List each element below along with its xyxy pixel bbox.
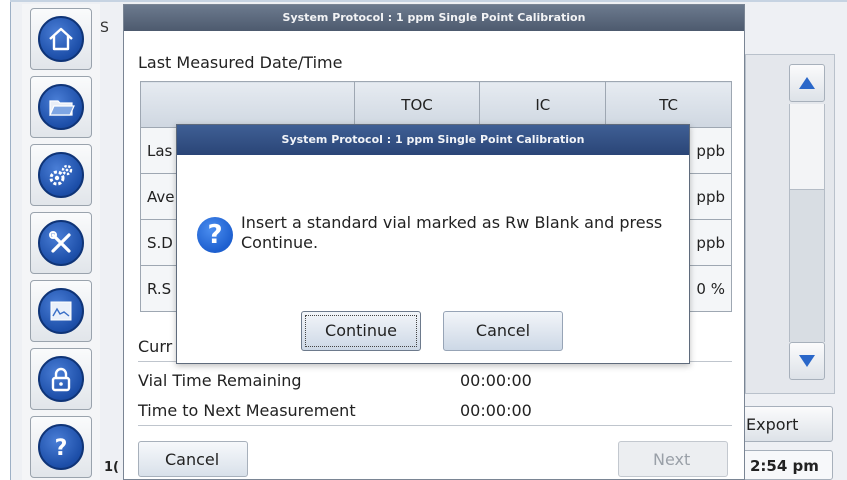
sidebar: ?	[22, 4, 100, 480]
vial-time-label: Vial Time Remaining	[138, 371, 302, 390]
export-button[interactable]: Export	[737, 406, 833, 442]
svg-text:?: ?	[55, 436, 68, 461]
home-button[interactable]	[30, 8, 92, 70]
current-label: Curr	[138, 337, 173, 356]
clock-time: 2:54 pm	[737, 450, 833, 480]
help-button[interactable]: ?	[30, 416, 92, 478]
vial-time-value: 00:00:00	[460, 371, 532, 390]
files-button[interactable]	[30, 76, 92, 138]
frame-top-border	[10, 0, 847, 2]
table-header-ic: IC	[479, 81, 607, 128]
gears-icon	[38, 152, 84, 198]
scrollbar-track[interactable]	[789, 104, 825, 342]
scrollbar-thumb[interactable]	[790, 104, 824, 190]
confirm-dialog: System Protocol : 1 ppm Single Point Cal…	[176, 124, 690, 364]
calibration-window-title: System Protocol : 1 ppm Single Point Cal…	[124, 5, 744, 31]
continue-button[interactable]: Continue	[301, 311, 421, 351]
table-header-row: TOC IC TC	[140, 81, 732, 128]
table-header-toc: TOC	[353, 81, 481, 128]
next-measurement-value: 00:00:00	[460, 401, 532, 420]
scroll-up-button[interactable]	[789, 64, 825, 102]
divider	[138, 425, 732, 426]
lock-button[interactable]	[30, 348, 92, 410]
next-button[interactable]: Next	[618, 441, 728, 477]
folder-icon	[38, 84, 84, 130]
tools-icon	[38, 220, 84, 266]
lock-icon	[38, 356, 84, 402]
home-icon	[38, 16, 84, 62]
dialog-cancel-button[interactable]: Cancel	[443, 311, 563, 351]
scroll-down-button[interactable]	[789, 342, 825, 380]
arrow-down-icon	[799, 355, 815, 367]
settings-button[interactable]	[30, 144, 92, 206]
tools-button[interactable]	[30, 212, 92, 274]
table-header-blank	[140, 81, 355, 128]
table-header-tc: TC	[605, 81, 732, 128]
help-icon: ?	[38, 424, 84, 470]
trend-button[interactable]	[30, 280, 92, 342]
question-icon: ?	[197, 217, 233, 253]
last-measured-label: Last Measured Date/Time	[138, 53, 343, 72]
arrow-up-icon	[799, 77, 815, 89]
cancel-button[interactable]: Cancel	[138, 441, 248, 477]
dialog-title: System Protocol : 1 ppm Single Point Cal…	[177, 125, 689, 155]
dialog-message: Insert a standard vial marked as Rw Blan…	[241, 213, 663, 252]
next-measurement-label: Time to Next Measurement	[138, 401, 356, 420]
chart-icon	[38, 288, 84, 334]
